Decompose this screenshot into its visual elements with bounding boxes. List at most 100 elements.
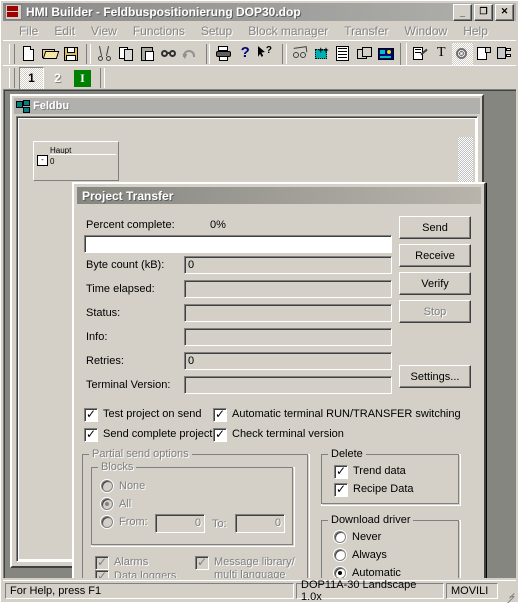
checkbox-label: Message library/ multi language bbox=[214, 556, 295, 578]
dialog-titlebar[interactable]: Project Transfer bbox=[77, 187, 481, 204]
menu-item-view[interactable]: View bbox=[83, 23, 125, 39]
menu-item-block-manager[interactable]: Block manager bbox=[240, 23, 336, 39]
radio-label: Never bbox=[352, 531, 382, 543]
menu-item-edit[interactable]: Edit bbox=[46, 23, 83, 39]
verify-button[interactable]: Verify bbox=[399, 272, 471, 295]
block-props-icon[interactable] bbox=[474, 43, 494, 65]
percent-complete-value: 0% bbox=[210, 219, 226, 231]
save-icon[interactable] bbox=[61, 43, 81, 65]
settings-button[interactable]: Settings... bbox=[399, 365, 471, 388]
send-button[interactable]: Send bbox=[399, 216, 471, 239]
recipe-icon[interactable]: ++ bbox=[312, 43, 332, 65]
info-field bbox=[184, 328, 392, 346]
open-icon[interactable] bbox=[40, 43, 60, 65]
trend-data-checkbox[interactable]: ✓ Trend data bbox=[334, 464, 406, 479]
undo-icon[interactable] bbox=[180, 43, 200, 65]
retries-value: 0 bbox=[188, 355, 195, 367]
automatic-run-transfer-checkbox[interactable]: ✓ Automatic terminal RUN/TRANSFER switch… bbox=[213, 407, 461, 422]
check-glyph: ✓ bbox=[86, 407, 97, 421]
menu-item-window[interactable]: Window bbox=[397, 23, 456, 39]
blocks-to-value: 0 bbox=[274, 517, 281, 529]
trend-icon[interactable] bbox=[291, 43, 311, 65]
tree-expander[interactable]: - bbox=[37, 155, 48, 166]
paste-icon[interactable] bbox=[138, 43, 158, 65]
app-icon bbox=[5, 4, 22, 20]
check-glyph: ✓ bbox=[215, 427, 226, 441]
driver-automatic-radio[interactable]: Automatic bbox=[334, 567, 401, 578]
checkbox-label: Send complete project bbox=[103, 428, 213, 440]
recipe-data-checkbox[interactable]: ✓ Recipe Data bbox=[334, 482, 414, 497]
minimize-button[interactable]: _ bbox=[453, 3, 472, 21]
text-mode-button[interactable]: I bbox=[71, 68, 94, 89]
text-block-icon[interactable] bbox=[333, 43, 353, 65]
menubar: File Edit View Functions Setup Block man… bbox=[3, 22, 516, 40]
page-1-button[interactable]: 1 bbox=[19, 66, 44, 90]
blocks-caption: Blocks bbox=[98, 461, 137, 473]
minimize-icon: _ bbox=[459, 7, 465, 18]
text-tool-icon[interactable]: T bbox=[431, 43, 451, 65]
dialog-body: Percent complete: 0% Byte count (kB): 0 … bbox=[74, 204, 484, 578]
checkbox-label: Trend data bbox=[353, 465, 406, 477]
menu-item-functions[interactable]: Functions bbox=[125, 23, 193, 39]
checkbox-label: Data loggers bbox=[114, 570, 177, 578]
project-transfer-dialog[interactable]: Project Transfer Percent complete: 0% By… bbox=[72, 182, 486, 578]
toolbar-gripper[interactable] bbox=[9, 43, 15, 64]
copy-icon[interactable] bbox=[116, 43, 136, 65]
resize-grip[interactable] bbox=[500, 584, 515, 603]
check-glyph: ✓ bbox=[197, 555, 208, 569]
receive-button[interactable]: Receive bbox=[399, 244, 471, 267]
checkbox-label: Recipe Data bbox=[353, 483, 414, 495]
checkbox-label: Automatic terminal RUN/TRANSFER switchin… bbox=[232, 408, 461, 420]
close-button[interactable]: ✕ bbox=[495, 3, 514, 21]
data-loggers-checkbox: ✓ Data loggers bbox=[95, 569, 177, 578]
menu-item-setup[interactable]: Setup bbox=[193, 23, 240, 39]
checkbox-box: ✓ bbox=[95, 569, 109, 578]
blocks-range-radio: From: bbox=[101, 516, 148, 528]
blocks-from-value: 0 bbox=[194, 517, 201, 529]
driver-never-radio[interactable]: Never bbox=[334, 531, 381, 543]
statusbar-hint: For Help, press F1 bbox=[5, 582, 294, 599]
menu-item-file[interactable]: File bbox=[11, 23, 46, 39]
blocks-all-radio: All bbox=[101, 498, 131, 510]
blocks-from-field: 0 bbox=[155, 514, 205, 533]
stop-button: Stop bbox=[399, 300, 471, 323]
mdi-client-area: Feldbu - Haupt 0 Project Transfer Percen… bbox=[3, 89, 516, 578]
new-icon[interactable] bbox=[19, 43, 39, 65]
page-2-button[interactable]: 2 bbox=[46, 67, 69, 89]
find-icon[interactable] bbox=[159, 43, 179, 65]
text-mode-icon: I bbox=[74, 69, 91, 87]
maximize-button[interactable]: ❐ bbox=[474, 3, 493, 21]
checkbox-box: ✓ bbox=[213, 427, 227, 442]
blocks-to-label: To: bbox=[212, 518, 227, 530]
radio-dot bbox=[334, 549, 346, 561]
test-project-on-send-checkbox[interactable]: ✓ Test project on send bbox=[84, 407, 201, 422]
radio-label: From: bbox=[119, 516, 148, 528]
check-glyph: ✓ bbox=[336, 464, 347, 478]
partial-send-options-caption: Partial send options bbox=[89, 448, 192, 460]
help-icon[interactable]: ? bbox=[235, 43, 255, 65]
cut-icon[interactable] bbox=[95, 43, 115, 65]
settings-icon[interactable] bbox=[452, 42, 473, 65]
menu-item-transfer[interactable]: Transfer bbox=[336, 23, 396, 39]
block-manager-icon[interactable] bbox=[495, 43, 515, 65]
check-glyph: ✓ bbox=[86, 427, 97, 441]
checkbox-box: ✓ bbox=[334, 464, 348, 479]
blocks-to-field: 0 bbox=[235, 514, 285, 533]
radio-dot bbox=[101, 516, 113, 528]
radio-label: Always bbox=[352, 549, 387, 561]
block-list-icon[interactable] bbox=[355, 43, 375, 65]
print-icon[interactable] bbox=[214, 43, 234, 65]
blocks-none-radio: None bbox=[101, 480, 145, 492]
check-terminal-version-checkbox[interactable]: ✓ Check terminal version bbox=[213, 427, 344, 442]
menu-item-help[interactable]: Help bbox=[455, 23, 496, 39]
checkbox-box: ✓ bbox=[84, 427, 98, 442]
driver-always-radio[interactable]: Always bbox=[334, 549, 387, 561]
send-complete-project-checkbox[interactable]: ✓ Send complete project bbox=[84, 427, 213, 442]
context-help-icon[interactable]: ? bbox=[257, 43, 277, 65]
edit-block-icon[interactable] bbox=[410, 43, 430, 65]
checkbox-box: ✓ bbox=[195, 555, 209, 570]
toolbar-separator-4 bbox=[400, 42, 407, 65]
block-tree-node[interactable]: - Haupt 0 bbox=[33, 141, 119, 181]
graphic-block-icon[interactable] bbox=[376, 43, 396, 65]
page-toolbar-gripper[interactable] bbox=[9, 68, 15, 88]
